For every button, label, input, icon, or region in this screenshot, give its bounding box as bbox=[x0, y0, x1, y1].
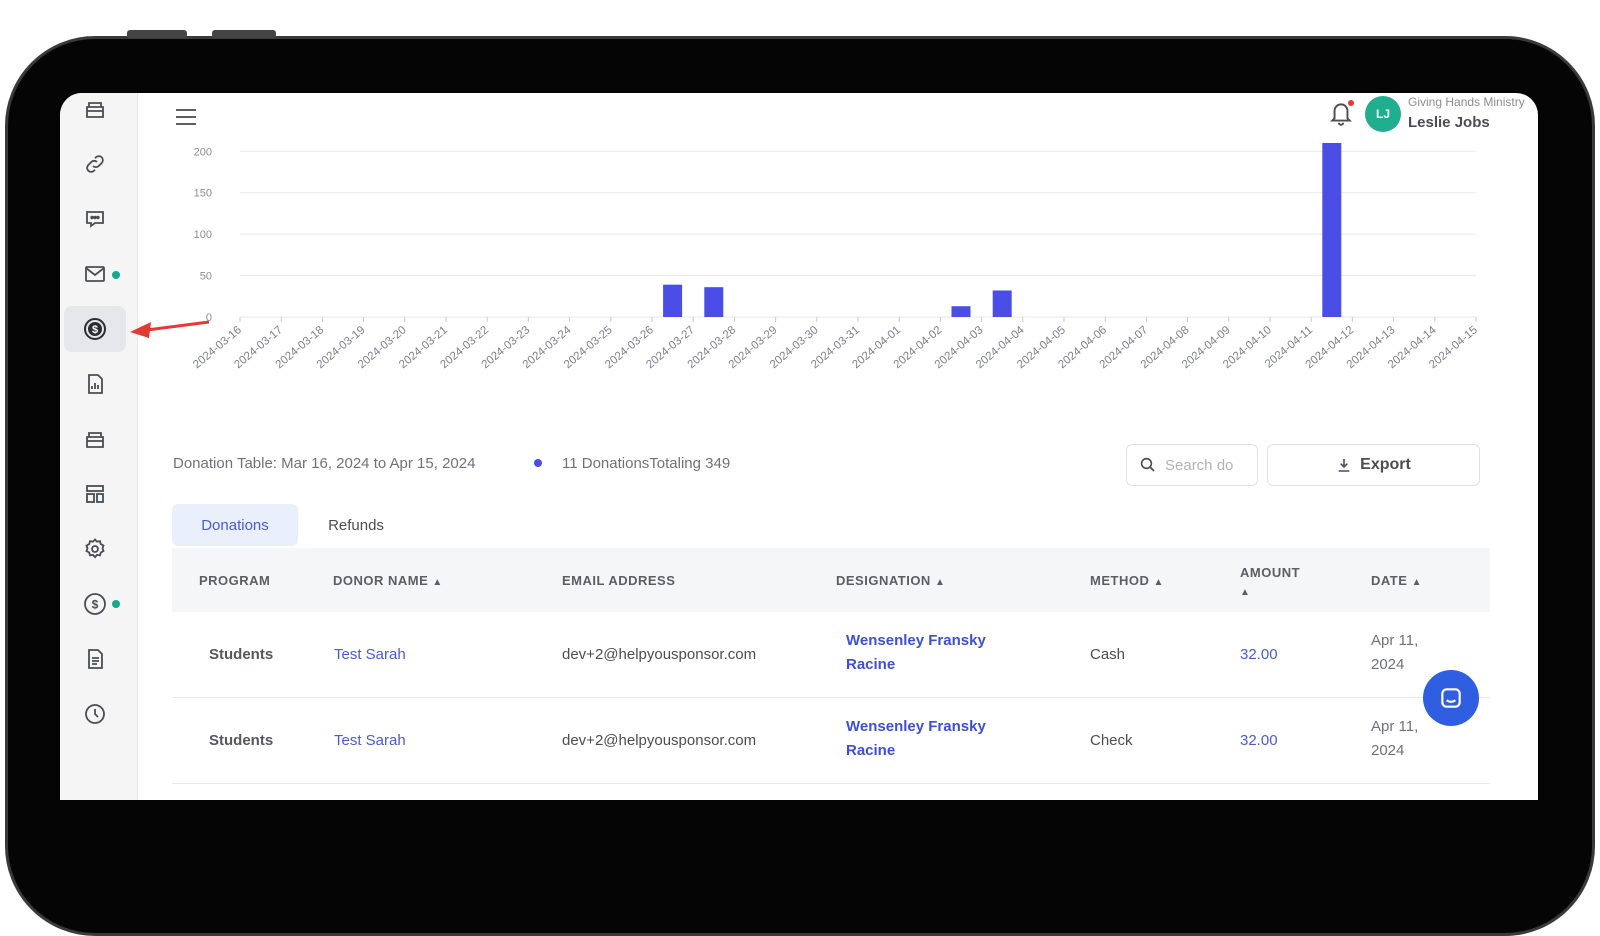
search-icon bbox=[1140, 457, 1155, 472]
avatar[interactable]: LJ bbox=[1365, 96, 1401, 132]
chart-bar bbox=[951, 306, 971, 317]
annotation-arrow bbox=[130, 320, 210, 338]
sort-icon: ▲︎ bbox=[934, 577, 946, 588]
cell-amount-link[interactable]: 32.00 bbox=[1240, 732, 1278, 749]
chat-icon bbox=[86, 211, 104, 228]
sidebar-item-documents[interactable] bbox=[64, 636, 126, 682]
cell-program: Students bbox=[209, 646, 274, 663]
cell-amount-link[interactable]: 32.00 bbox=[1240, 646, 1278, 663]
y-tick-label: 150 bbox=[194, 188, 212, 200]
donations-chart: 0 50 100 150 200 2024-03-16 2024-03-17 2024-03-… bbox=[138, 143, 1538, 443]
gear-icon bbox=[85, 538, 105, 559]
table-row[interactable]: Students Test Sarah dev+2@helpyousponsor… bbox=[172, 698, 1490, 784]
device-button bbox=[127, 30, 187, 38]
y-tick-label: 200 bbox=[194, 146, 212, 158]
export-button[interactable]: Export bbox=[1267, 444, 1480, 486]
search-placeholder: Search do bbox=[1165, 456, 1234, 474]
tab-donations[interactable]: Donations bbox=[172, 504, 298, 546]
cell-method: Check bbox=[1090, 732, 1133, 749]
cell-email: dev+2@helpyousponsor.com bbox=[562, 646, 757, 663]
sidebar: $ $ bbox=[60, 93, 138, 800]
cell-donor-link[interactable]: Test Sarah bbox=[334, 646, 406, 663]
column-program[interactable]: PROGRAM bbox=[199, 573, 270, 588]
column-donor-name[interactable]: DONOR NAME ▲︎ bbox=[333, 573, 443, 588]
svg-text:$: $ bbox=[92, 324, 98, 336]
cell-date: Apr 11, 2024 bbox=[1371, 632, 1419, 673]
column-method[interactable]: METHOD ▲︎ bbox=[1090, 573, 1164, 588]
column-amount[interactable]: AMOUNT ▲︎ bbox=[1240, 564, 1300, 602]
organization-name: Giving Hands Ministry bbox=[1408, 95, 1525, 109]
table-totals: 11 DonationsTotaling 349 bbox=[562, 455, 731, 472]
cell-designation-link[interactable]: Wensenley Fransky Racine bbox=[846, 629, 986, 677]
tab-refunds[interactable]: Refunds bbox=[310, 504, 402, 546]
y-tick-label: 50 bbox=[200, 271, 212, 283]
sort-icon: ▲︎ bbox=[1153, 577, 1164, 588]
layout-icon bbox=[86, 485, 104, 503]
box-icon bbox=[86, 432, 104, 448]
notification-dot bbox=[112, 271, 120, 279]
mail-icon bbox=[85, 266, 105, 282]
notifications-button[interactable] bbox=[1328, 99, 1356, 129]
notification-dot bbox=[112, 600, 120, 608]
chart-bar bbox=[663, 284, 683, 317]
cell-date: Apr 11, 2024 bbox=[1371, 718, 1419, 759]
chart-svg: 0501001502002024-03-162024-03-172024-03-… bbox=[191, 143, 1480, 371]
column-date[interactable]: DATE ▲︎ bbox=[1371, 573, 1422, 588]
sidebar-item-messages[interactable] bbox=[64, 196, 126, 242]
y-tick-label: 100 bbox=[194, 229, 212, 241]
notification-dot bbox=[1348, 100, 1354, 106]
table-header: PROGRAM DONOR NAME ▲︎ EMAIL ADDRESS DESI… bbox=[172, 548, 1490, 612]
cell-email: dev+2@helpyousponsor.com bbox=[562, 732, 757, 749]
hamburger-icon bbox=[176, 109, 196, 125]
summary-dot bbox=[534, 459, 542, 467]
sidebar-item-history[interactable] bbox=[64, 691, 126, 737]
sort-icon: ▲︎ bbox=[1240, 587, 1251, 598]
device-button bbox=[212, 30, 276, 38]
topbar: LJ Giving Hands Ministry Leslie Jobs bbox=[138, 93, 1538, 149]
cell-designation-link[interactable]: Wensenley Fransky Racine bbox=[846, 715, 986, 763]
dollar-icon: $ bbox=[84, 593, 106, 615]
sidebar-item-reports[interactable] bbox=[64, 361, 126, 407]
chart-bar bbox=[704, 287, 724, 317]
table-row[interactable]: Students Test Sarah dev+2@helpyousponsor… bbox=[172, 612, 1490, 698]
search-input[interactable]: Search do bbox=[1126, 444, 1258, 486]
column-designation[interactable]: DESIGNATION ▲︎ bbox=[836, 573, 945, 588]
report-icon bbox=[88, 374, 103, 394]
sort-icon: ▲︎ bbox=[1411, 577, 1422, 588]
cell-method: Cash bbox=[1090, 646, 1126, 663]
column-email[interactable]: EMAIL ADDRESS bbox=[562, 573, 675, 588]
sidebar-item-links[interactable] bbox=[64, 141, 126, 187]
sidebar-item-inventory[interactable] bbox=[64, 416, 126, 462]
download-icon bbox=[1338, 459, 1350, 472]
app-screen: $ $ LJ Giving Hands Ministry Leslie Jobs… bbox=[60, 93, 1538, 800]
menu-button[interactable] bbox=[170, 101, 202, 133]
clock-icon bbox=[85, 704, 105, 724]
export-label: Export bbox=[1360, 456, 1411, 473]
link-icon bbox=[86, 155, 104, 173]
chart-bar bbox=[1322, 143, 1342, 317]
document-icon bbox=[88, 649, 103, 669]
chat-bubble-icon bbox=[1441, 688, 1461, 708]
sort-icon: ▲︎ bbox=[432, 577, 443, 588]
cell-program: Students bbox=[209, 732, 274, 749]
sidebar-item-donations[interactable]: $ bbox=[64, 306, 126, 352]
chart-bar bbox=[992, 290, 1012, 317]
table-date-range: Donation Table: Mar 16, 2024 to Apr 15, … bbox=[173, 455, 476, 472]
svg-text:$: $ bbox=[92, 598, 99, 612]
sidebar-item-sponsorships[interactable] bbox=[64, 93, 126, 132]
box-icon bbox=[86, 102, 104, 118]
cell-donor-link[interactable]: Test Sarah bbox=[334, 732, 406, 749]
sidebar-item-layout[interactable] bbox=[64, 471, 126, 517]
dollar-icon: $ bbox=[84, 318, 106, 340]
chat-launcher-button[interactable] bbox=[1423, 670, 1479, 726]
sidebar-item-settings[interactable] bbox=[64, 526, 126, 572]
user-name[interactable]: Leslie Jobs bbox=[1408, 114, 1490, 131]
